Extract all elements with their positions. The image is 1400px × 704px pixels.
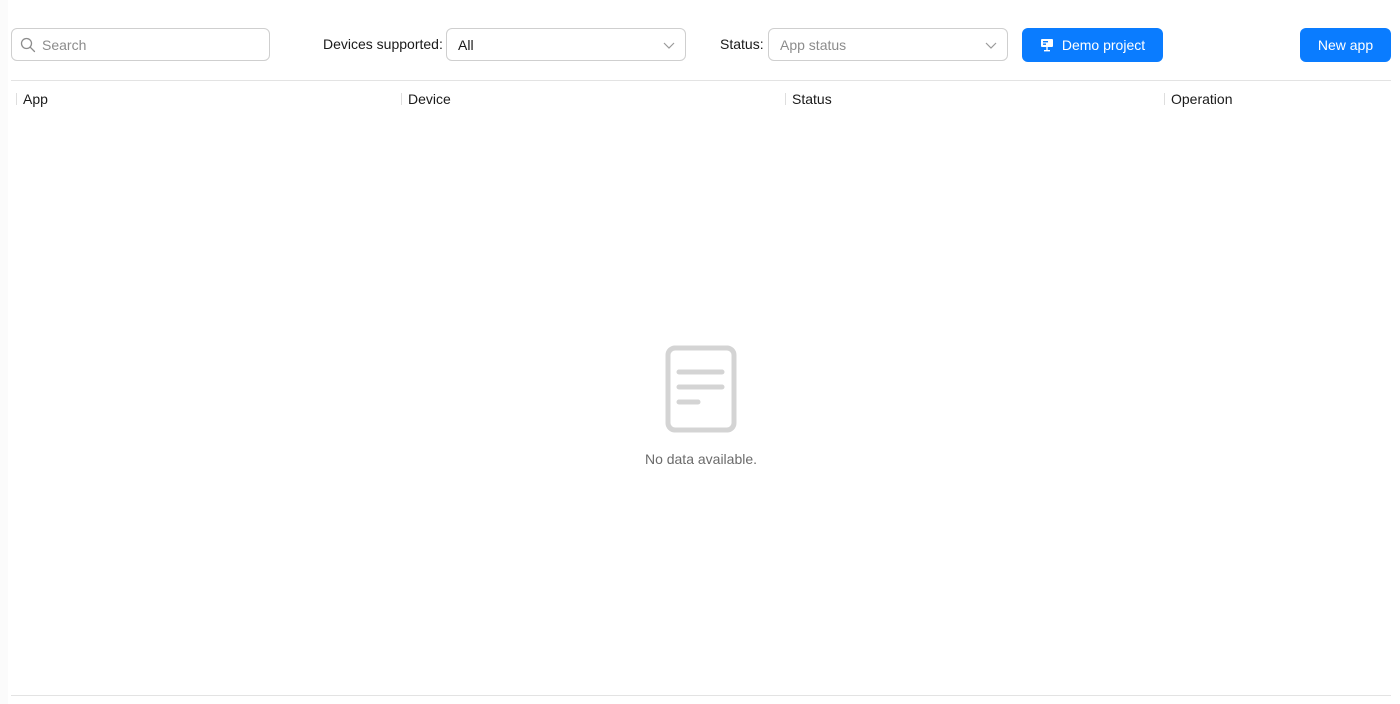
new-app-label: New app [1317, 37, 1374, 53]
demo-project-label: Demo project [1061, 37, 1146, 53]
empty-state: No data available. [11, 345, 1391, 467]
status-select-placeholder: App status [780, 36, 847, 53]
table-header: App Device Status Operation [11, 81, 1391, 117]
column-header-status[interactable]: Status [785, 91, 832, 107]
column-header-label: Operation [1171, 91, 1233, 107]
status-select[interactable]: App status [768, 28, 1008, 61]
column-divider [1164, 93, 1165, 105]
column-divider [401, 93, 402, 105]
search-box[interactable] [11, 28, 270, 61]
column-header-operation[interactable]: Operation [1164, 91, 1232, 107]
apps-table: App Device Status Operation No data avai… [11, 80, 1391, 696]
search-input[interactable] [42, 36, 242, 53]
column-header-app[interactable]: App [16, 91, 48, 107]
chevron-down-icon [663, 40, 675, 50]
new-app-button[interactable]: New app [1300, 28, 1391, 62]
search-icon [20, 37, 36, 53]
demo-project-button[interactable]: Demo project [1022, 28, 1163, 62]
empty-state-text: No data available. [644, 451, 758, 467]
chevron-down-icon [985, 40, 997, 50]
presentation-icon [1040, 38, 1054, 52]
app-list-page: Devices supported: All Status: App statu… [0, 0, 1400, 704]
column-divider [16, 93, 17, 105]
column-header-label: Device [408, 91, 451, 107]
status-filter-label: Status: [720, 36, 764, 52]
column-header-device[interactable]: Device [401, 91, 451, 107]
column-header-label: Status [792, 91, 832, 107]
devices-select[interactable]: All [446, 28, 686, 61]
column-divider [785, 93, 786, 105]
left-edge [0, 0, 8, 704]
column-header-label: App [23, 91, 48, 107]
devices-filter-label: Devices supported: [323, 36, 443, 52]
document-icon [665, 345, 737, 433]
devices-select-value: All [458, 36, 474, 53]
